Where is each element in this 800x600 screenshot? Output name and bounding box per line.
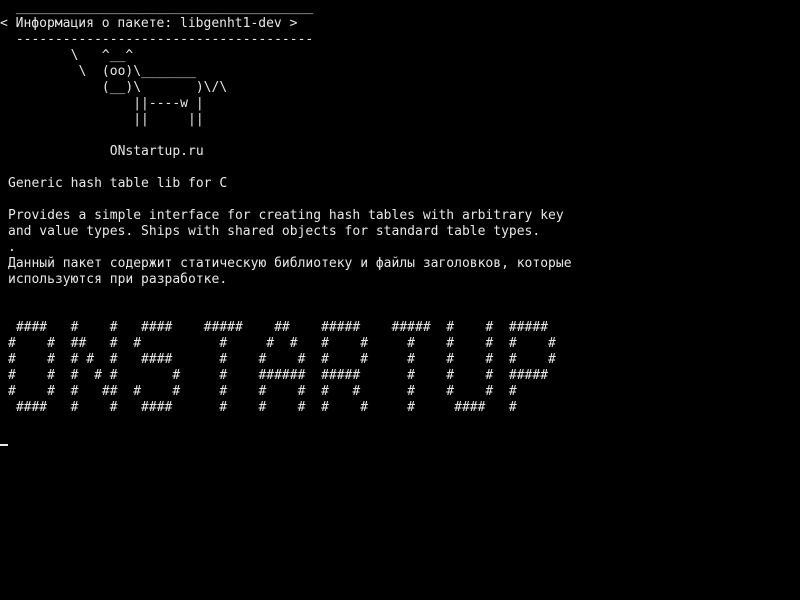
terminal-screen[interactable]: ______________________________________ <… (0, 0, 800, 600)
speech-bubble-bottom-border: -------------------------------------- (8, 32, 314, 47)
text-cursor (0, 444, 8, 446)
cow-art-line-3: (__)\ )\/\ (8, 80, 228, 95)
banner-line-5: # # # ## # # # # # # # # # # # (8, 384, 517, 399)
package-description-ru-line-2: используются при разработке. (8, 272, 228, 287)
banner-line-1: #### # # #### ##### ## ##### ##### # # #… (8, 320, 549, 335)
speech-bubble-text: < Информация о пакете: libgenht1-dev > (0, 16, 298, 31)
site-name: ONstartup.ru (8, 144, 204, 159)
cow-art-line-1: \ ^__^ (8, 48, 134, 63)
package-summary: Generic hash table lib for C (8, 176, 228, 191)
banner-line-2: # # ## # # # # # # # # # # # # (8, 336, 556, 351)
banner-line-4: # # # # # # # ###### ##### # # # ##### (8, 368, 549, 383)
banner-line-3: # # # # # #### # # # # # # # # # # (8, 352, 556, 367)
package-description-line-1: Provides a simple interface for creating… (8, 208, 564, 223)
package-description-ru-line-1: Данный пакет содержит статическую библио… (8, 256, 572, 271)
banner-line-6: #### # # #### # # # # # # #### # (8, 400, 517, 415)
cow-art-line-4: ||----w | (8, 96, 204, 111)
speech-bubble-top-border: ______________________________________ (8, 0, 314, 15)
cow-art-line-5: || || (8, 112, 204, 127)
package-description-separator: . (8, 240, 16, 255)
cow-art-line-2: \ (oo)\_______ (8, 64, 196, 79)
package-description-line-2: and value types. Ships with shared objec… (8, 224, 541, 239)
